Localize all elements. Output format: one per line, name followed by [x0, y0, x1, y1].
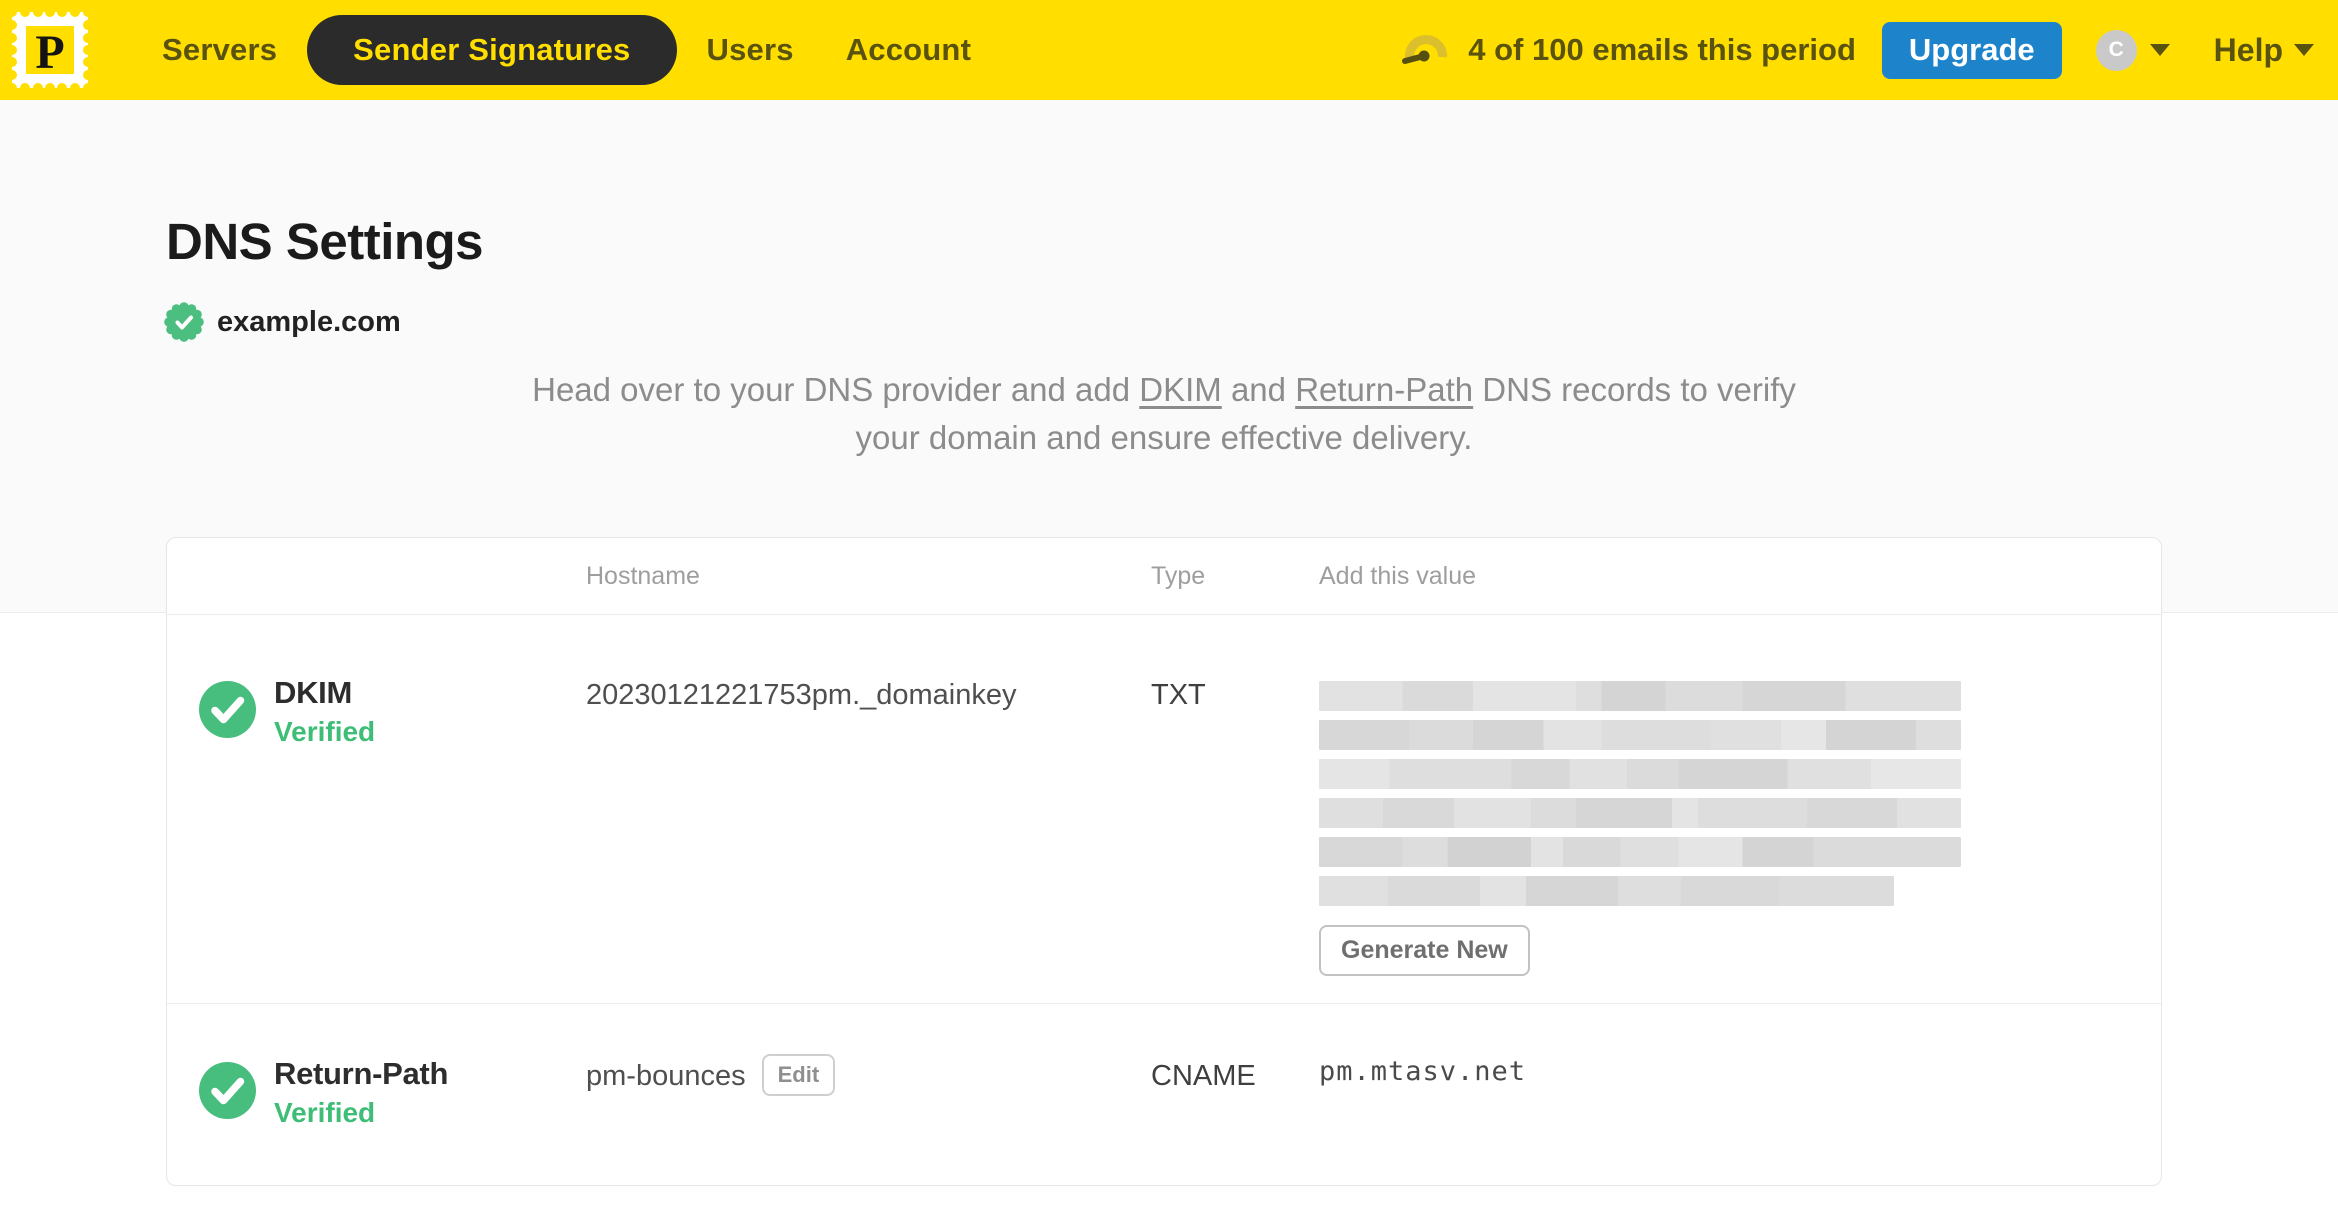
help-label: Help: [2213, 31, 2283, 68]
nav-item-sender-signatures[interactable]: Sender Signatures: [307, 15, 677, 85]
dns-records-card: Hostname Type Add this value DKIM Verifi…: [166, 537, 2162, 1186]
verified-seal-icon: [164, 302, 204, 342]
upgrade-button[interactable]: Upgrade: [1881, 21, 2062, 79]
record-hostname: 20230121221753pm._domainkey: [586, 679, 1017, 711]
verified-domain: example.com: [164, 302, 401, 342]
verified-check-icon: [199, 1062, 256, 1119]
domain-name: example.com: [217, 305, 401, 338]
table-row-return-path: Return-Path Verified pm-bounces Edit CNA…: [167, 1003, 2161, 1186]
postmark-logo-icon[interactable]: P: [10, 10, 90, 90]
nav-item-users[interactable]: Users: [685, 16, 816, 84]
column-header-hostname: Hostname: [586, 561, 700, 590]
nav-item-account[interactable]: Account: [824, 16, 993, 84]
record-status: Verified: [274, 1097, 376, 1128]
verified-check-icon: [199, 681, 256, 738]
chevron-down-icon: [2294, 44, 2314, 56]
table-header-row: Hostname Type Add this value: [167, 538, 2161, 615]
chevron-down-icon: [2149, 44, 2170, 56]
return-path-link[interactable]: Return-Path: [1295, 371, 1473, 408]
page-title: DNS Settings: [166, 213, 484, 270]
top-navbar: P Servers Sender Signatures Users Accoun…: [0, 0, 2338, 100]
avatar[interactable]: C: [2095, 29, 2137, 71]
dns-instructions: Head over to your DNS provider and add D…: [514, 366, 1814, 462]
record-status: Verified: [274, 716, 376, 747]
usage-gauge-icon: [1402, 35, 1448, 64]
record-type: CNAME: [1151, 1060, 1256, 1092]
dkim-link[interactable]: DKIM: [1139, 371, 1222, 408]
dns-value-redacted-line: [1319, 876, 1894, 906]
generate-new-button[interactable]: Generate New: [1319, 925, 1530, 976]
record-type: TXT: [1151, 679, 1206, 711]
edit-button[interactable]: Edit: [761, 1054, 836, 1096]
record-value: pm.mtasv.net: [1319, 1056, 1527, 1087]
dns-value-redacted-line: [1319, 837, 1961, 867]
nav-item-servers[interactable]: Servers: [140, 16, 299, 84]
account-menu[interactable]: C: [2095, 29, 2170, 71]
usage-text: 4 of 100 emails this period: [1468, 32, 1856, 67]
record-name: Return-Path: [274, 1056, 449, 1091]
record-name: DKIM: [274, 675, 353, 710]
record-hostname: pm-bounces: [586, 1060, 746, 1092]
column-header-type: Type: [1151, 561, 1206, 590]
dns-value-redacted-line: [1319, 720, 1961, 750]
help-menu[interactable]: Help: [2214, 32, 2314, 69]
dns-value-redacted-line: [1319, 798, 1961, 828]
table-row-dkim: DKIM Verified 20230121221753pm._domainke…: [167, 615, 2161, 1003]
column-header-value: Add this value: [1319, 561, 1477, 590]
dns-value-redacted-line: [1319, 681, 1961, 711]
instructions-text: Head over to your DNS provider and add: [532, 371, 1140, 408]
instructions-text: and: [1221, 371, 1296, 408]
svg-text:P: P: [35, 26, 64, 79]
dns-value-redacted-line: [1319, 759, 1961, 789]
